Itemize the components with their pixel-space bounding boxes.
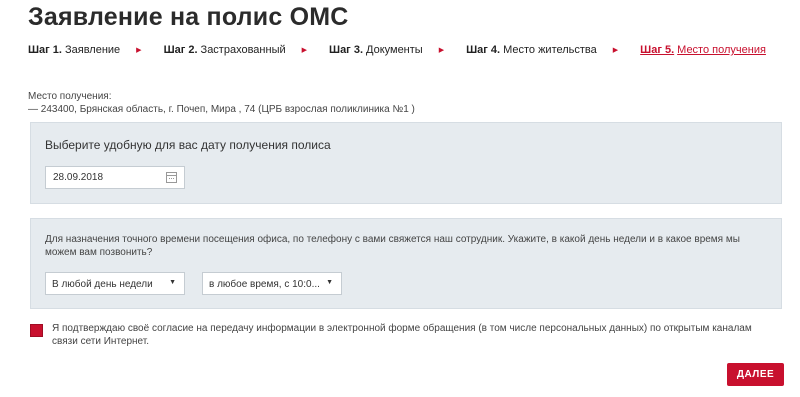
step-5[interactable]: Шаг 5. Место получения xyxy=(640,44,766,56)
steps-nav: Шаг 1. Заявление ▶ Шаг 2. Застрахованный… xyxy=(28,44,766,56)
date-input[interactable]: 28.09.2018 xyxy=(45,166,185,189)
page-title: Заявление на полис ОМС xyxy=(28,3,349,31)
step-number: Шаг 4. xyxy=(466,44,501,56)
pickup-location: Место получения: — 243400, Брянская обла… xyxy=(28,90,415,116)
day-select[interactable]: В любой день недели ▼ xyxy=(45,272,185,295)
step-2[interactable]: Шаг 2. Застрахованный ▶ xyxy=(164,44,329,56)
next-button[interactable]: ДАЛЕЕ xyxy=(727,363,784,386)
step-label: Застрахованный xyxy=(200,44,286,56)
pickup-location-label: Место получения: xyxy=(28,91,112,102)
step-4[interactable]: Шаг 4. Место жительства ▶ xyxy=(466,44,640,56)
arrow-right-icon: ▶ xyxy=(136,47,142,54)
day-select-value: В любой день недели xyxy=(52,279,153,290)
arrow-right-icon: ▶ xyxy=(438,47,445,54)
pickup-location-value: — 243400, Брянская область, г. Почеп, Ми… xyxy=(28,104,415,115)
step-number: Шаг 3. xyxy=(329,44,363,56)
step-3[interactable]: Шаг 3. Документы ▶ xyxy=(329,44,466,56)
date-value: 28.09.2018 xyxy=(53,172,104,183)
call-panel-text: Для назначения точного времени посещения… xyxy=(45,234,740,258)
time-select[interactable]: в любое время, с 10:0... ▼ xyxy=(202,272,342,295)
caret-down-icon: ▼ xyxy=(169,279,176,286)
caret-down-icon: ▼ xyxy=(326,279,333,286)
consent-checkbox[interactable] xyxy=(30,324,43,337)
time-select-value: в любое время, с 10:0... xyxy=(209,279,320,290)
arrow-right-icon: ▶ xyxy=(301,47,308,54)
call-panel: Для назначения точного времени посещения… xyxy=(30,218,782,309)
step-label: Документы xyxy=(366,44,423,56)
date-panel-heading: Выберите удобную для вас дату получения … xyxy=(45,138,331,152)
calendar-icon[interactable] xyxy=(166,172,177,183)
step-label: Заявление xyxy=(64,44,121,56)
step-1[interactable]: Шаг 1. Заявление ▶ xyxy=(28,44,164,56)
step-label: Место жительства xyxy=(503,44,597,56)
arrow-right-icon: ▶ xyxy=(612,47,619,54)
step-number: Шаг 5. xyxy=(640,44,675,56)
step-number: Шаг 2. xyxy=(163,44,198,56)
step-label: Место получения xyxy=(677,44,766,56)
consent-text: Я подтверждаю своё согласие на передачу … xyxy=(52,323,752,347)
consent-row: Я подтверждаю своё согласие на передачу … xyxy=(30,322,777,348)
date-panel: Выберите удобную для вас дату получения … xyxy=(30,122,782,204)
step-number: Шаг 1. xyxy=(28,44,62,56)
